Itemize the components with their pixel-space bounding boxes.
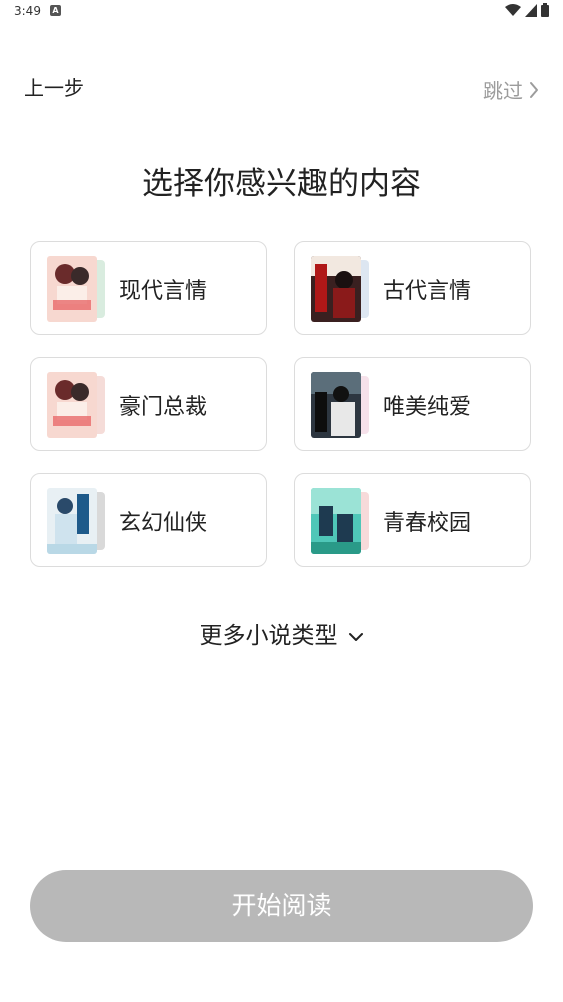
category-card-fantasy[interactable]: 玄幻仙侠 bbox=[30, 473, 267, 567]
category-card-campus[interactable]: 青春校园 bbox=[294, 473, 531, 567]
chevron-right-icon bbox=[530, 81, 538, 98]
book-stack bbox=[311, 488, 371, 554]
book-stack bbox=[47, 256, 107, 322]
status-time: 3:49 bbox=[14, 4, 41, 18]
book-cover-icon bbox=[311, 256, 361, 322]
category-label: 唯美纯爱 bbox=[383, 395, 472, 420]
book-cover-icon bbox=[47, 372, 97, 438]
book-cover-icon bbox=[47, 256, 97, 322]
chevron-down-icon bbox=[348, 632, 363, 641]
start-reading-button[interactable]: 开始阅读 bbox=[30, 870, 533, 942]
notification-icon: A bbox=[50, 5, 61, 16]
more-categories-button[interactable]: 更多小说类型 bbox=[0, 616, 563, 650]
book-stack bbox=[47, 372, 107, 438]
battery-icon bbox=[541, 3, 549, 17]
more-categories-label: 更多小说类型 bbox=[199, 623, 338, 649]
book-stack bbox=[311, 256, 371, 322]
book-cover-icon bbox=[47, 488, 97, 554]
page-title: 选择你感兴趣的内容 bbox=[142, 166, 421, 202]
skip-button[interactable]: 跳过 bbox=[483, 75, 539, 104]
book-cover-icon bbox=[311, 488, 361, 554]
signal-icon bbox=[525, 3, 537, 17]
skip-label: 跳过 bbox=[483, 79, 523, 103]
book-stack bbox=[311, 372, 371, 438]
status-bar: 3:49 A bbox=[0, 0, 563, 26]
back-button[interactable]: 上一步 bbox=[24, 72, 84, 101]
book-stack bbox=[47, 488, 107, 554]
category-card-ceo-romance[interactable]: 豪门总裁 bbox=[30, 357, 267, 451]
category-label: 玄幻仙侠 bbox=[119, 511, 208, 536]
book-cover-icon bbox=[311, 372, 361, 438]
category-label: 青春校园 bbox=[383, 511, 472, 536]
wifi-icon bbox=[505, 3, 521, 16]
category-card-ancient-romance[interactable]: 古代言情 bbox=[294, 241, 531, 335]
status-icons bbox=[505, 3, 549, 17]
category-card-pure-love[interactable]: 唯美纯爱 bbox=[294, 357, 531, 451]
category-label: 豪门总裁 bbox=[119, 395, 208, 420]
category-label: 古代言情 bbox=[383, 279, 472, 304]
category-label: 现代言情 bbox=[119, 279, 208, 304]
category-card-modern-romance[interactable]: 现代言情 bbox=[30, 241, 267, 335]
